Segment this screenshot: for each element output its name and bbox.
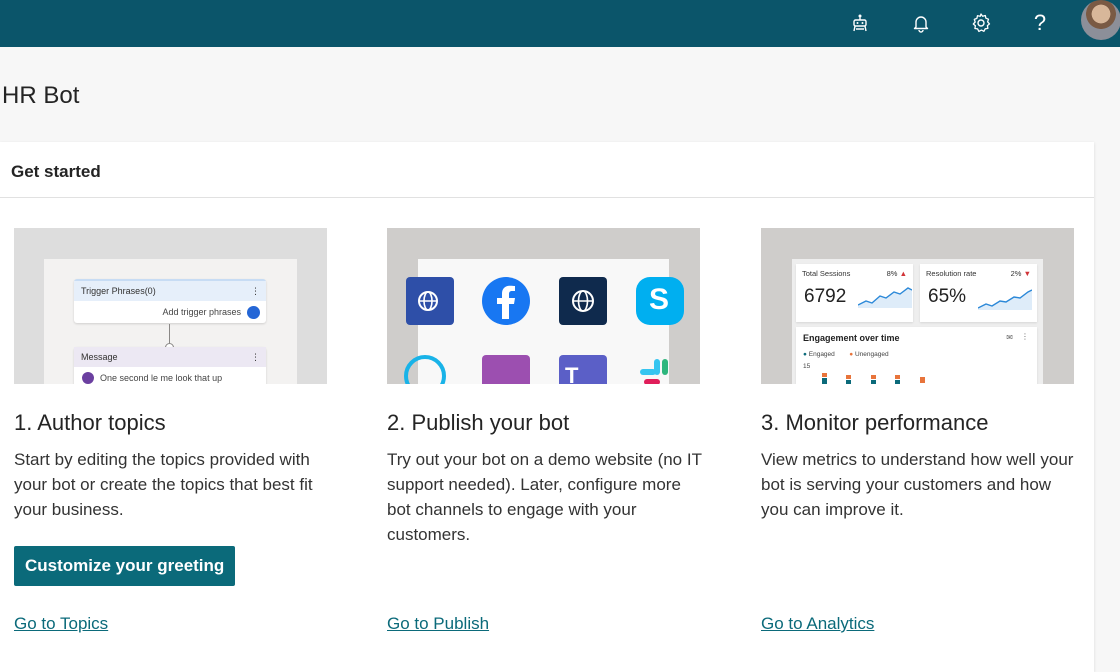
message-node: Message ⋮ One second le me look that up	[74, 347, 266, 384]
bar	[871, 375, 876, 379]
go-to-topics-link[interactable]: Go to Topics	[14, 614, 108, 634]
help-glyph: ?	[1033, 10, 1047, 35]
sessions-value: 6792	[804, 286, 847, 307]
message-header: Message	[81, 352, 118, 362]
bar	[822, 378, 827, 384]
alexa-icon	[404, 355, 446, 384]
mail-icon: ✉	[1006, 333, 1013, 342]
power-apps-icon	[482, 355, 530, 384]
axis-tick: 15	[803, 363, 811, 370]
resolution-pct: 2% ▼	[1011, 269, 1031, 278]
gear-icon[interactable]	[963, 5, 999, 41]
bot-icon[interactable]	[842, 5, 878, 41]
website-icon	[559, 277, 607, 325]
up-arrow-icon: ▲	[899, 269, 907, 278]
resolution-pct-value: 2%	[1010, 269, 1022, 278]
analytics-canvas: Total Sessions 8% ▲ 6792 Resolution rate…	[792, 259, 1043, 384]
customize-greeting-button[interactable]: Customize your greeting	[14, 546, 236, 586]
bar	[871, 380, 876, 384]
trigger-header: Trigger Phrases(0)	[81, 286, 156, 296]
sessions-pct: 8% ▲	[887, 269, 907, 278]
step-title: 2. Publish your bot	[387, 410, 570, 435]
sessions-tile: Total Sessions 8% ▲ 6792	[796, 264, 913, 322]
legend: ● Engaged ● Unengaged	[803, 351, 889, 358]
resolution-tile: Resolution rate 2% ▼ 65%	[920, 264, 1037, 322]
slack-icon	[636, 355, 684, 384]
resolution-sparkline	[978, 289, 1032, 310]
go-to-analytics-link[interactable]: Go to Analytics	[761, 614, 874, 634]
bar	[846, 380, 851, 384]
step-title: 3. Monitor performance	[761, 410, 989, 435]
down-arrow-icon: ▼	[1023, 269, 1031, 278]
trigger-node: Trigger Phrases(0) ⋮ Add trigger phrases	[74, 279, 266, 323]
avatar[interactable]	[1081, 0, 1120, 40]
sessions-pct-value: 8%	[886, 269, 898, 278]
web-chat-icon	[406, 277, 454, 325]
facebook-icon	[482, 277, 530, 325]
skype-icon: S	[636, 277, 684, 325]
sessions-label: Total Sessions	[802, 269, 851, 278]
legend-swatch-engaged: ●	[803, 351, 807, 358]
engagement-title: Engagement over time	[803, 333, 900, 343]
bar	[846, 375, 851, 379]
legend-unengaged: Unengaged	[854, 351, 889, 358]
resolution-label: Resolution rate	[926, 269, 977, 278]
step-monitor-performance: Total Sessions 8% ▲ 6792 Resolution rate…	[761, 142, 1075, 662]
step-description: Start by editing the topics provided wit…	[14, 450, 313, 519]
help-icon[interactable]: ?	[1022, 5, 1058, 41]
analytics-illustration: Total Sessions 8% ▲ 6792 Resolution rate…	[761, 228, 1074, 384]
get-started-card: Get started Trigger Phrases(0) ⋮ Add tri…	[0, 142, 1094, 672]
add-trigger-text: Add trigger phrases	[162, 307, 241, 317]
message-text: One second le me look that up	[100, 373, 223, 383]
resolution-value: 65%	[928, 286, 967, 307]
legend-engaged: Engaged	[808, 351, 835, 358]
teams-icon: T	[559, 355, 607, 384]
top-bar: ?	[0, 0, 1120, 47]
more-icon: ⋮	[1021, 332, 1029, 341]
engagement-tile: Engagement over time ✉ ⋮ ● Engaged ● Une…	[796, 327, 1037, 384]
step-publish-bot: S T 2. Publish your bot Try out your bot…	[387, 142, 702, 662]
bar	[895, 375, 900, 379]
topics-illustration: Trigger Phrases(0) ⋮ Add trigger phrases…	[14, 228, 327, 384]
bar	[822, 373, 827, 377]
topics-canvas: Trigger Phrases(0) ⋮ Add trigger phrases…	[44, 259, 297, 384]
add-icon	[247, 305, 260, 319]
bell-icon[interactable]	[903, 5, 939, 41]
bar	[895, 380, 900, 384]
channels-canvas: S T	[404, 259, 684, 384]
page-title: HR Bot	[2, 82, 80, 109]
channels-illustration: S T	[387, 228, 700, 384]
more-icon: ⋮	[251, 285, 260, 296]
step-author-topics: Trigger Phrases(0) ⋮ Add trigger phrases…	[14, 142, 328, 662]
more-icon: ⋮	[251, 351, 260, 362]
sessions-sparkline	[858, 287, 912, 308]
step-title: 1. Author topics	[14, 410, 166, 435]
step-description: Try out your bot on a demo website (no I…	[387, 450, 702, 544]
step-description: View metrics to understand how well your…	[761, 450, 1074, 519]
bot-avatar-icon	[82, 372, 94, 384]
connector-line	[169, 324, 170, 344]
go-to-publish-link[interactable]: Go to Publish	[387, 614, 489, 634]
bar	[920, 377, 925, 383]
legend-swatch-unengaged: ●	[849, 351, 854, 358]
